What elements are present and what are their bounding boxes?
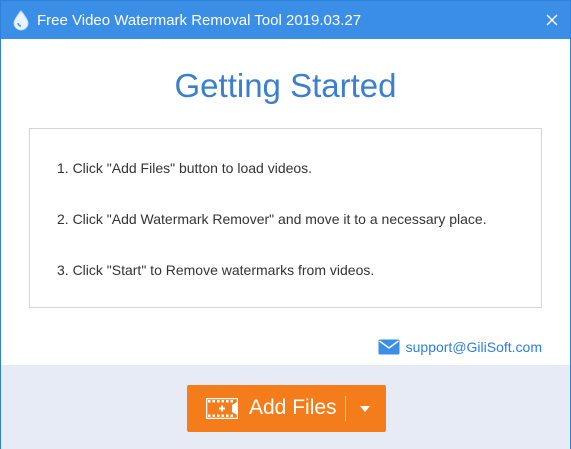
footer-bar: Add Files bbox=[1, 365, 570, 449]
close-icon bbox=[546, 14, 558, 26]
instruction-step: 3. Click "Start" to Remove watermarks fr… bbox=[57, 262, 375, 278]
water-drop-icon bbox=[13, 10, 29, 31]
add-files-label: Add Files bbox=[249, 396, 337, 419]
title-bar[interactable]: Free Video Watermark Removal Tool 2019.0… bbox=[1, 1, 570, 39]
instruction-step: 1. Click "Add Files" button to load vide… bbox=[57, 160, 313, 176]
instructions-panel: 1. Click "Add Files" button to load vide… bbox=[29, 128, 542, 308]
mail-icon bbox=[378, 339, 400, 355]
button-divider bbox=[345, 396, 346, 421]
close-button[interactable] bbox=[542, 10, 562, 30]
add-files-button[interactable]: Add Files bbox=[187, 385, 386, 432]
film-add-icon bbox=[206, 398, 238, 419]
app-window: Free Video Watermark Removal Tool 2019.0… bbox=[0, 0, 571, 449]
page-title: Getting Started bbox=[174, 67, 397, 104]
support-contact[interactable]: support@GiliSoft.com bbox=[378, 339, 542, 355]
support-email-link[interactable]: support@GiliSoft.com bbox=[406, 339, 542, 355]
caret-down-icon[interactable] bbox=[358, 404, 372, 414]
window-title: Free Video Watermark Removal Tool 2019.0… bbox=[37, 12, 362, 29]
instruction-step: 2. Click "Add Watermark Remover" and mov… bbox=[57, 211, 487, 227]
